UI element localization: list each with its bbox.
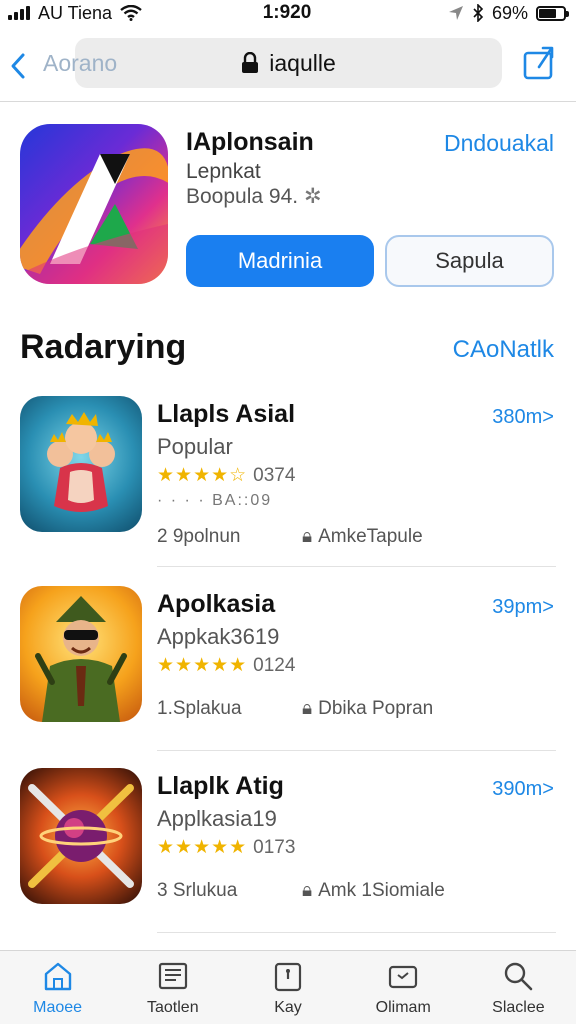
rating-stars: ★★★★☆ [157,465,248,486]
tab-label: Kay [274,998,302,1016]
lock-icon: 🔒︎ [302,698,313,719]
get-button[interactable]: 39pm> [492,596,554,619]
signal-icon [8,6,30,20]
tab-bar: Maoee Taotlen Kay Olimam Slaclee [0,950,576,1024]
share-icon[interactable] [522,45,556,81]
app-size: 1.Splakua [157,698,242,719]
app-rating: ★★★★★ 0124 [157,654,295,677]
rating-count: 0173 [253,836,296,858]
location-arrow-icon [448,6,463,20]
app-size: 3 Srlukua [157,880,238,901]
get-button[interactable]: 390m> [492,778,554,801]
battery-level [539,8,556,18]
chevron-left-icon [11,53,25,78]
divider [157,750,556,751]
see-all-link[interactable]: CAoNatlk [453,336,554,364]
apps-icon [389,965,418,988]
rating-stars: ★★★★★ [157,837,248,858]
planet-swords-icon [20,768,142,904]
app-category: Appkak3619 [157,624,280,649]
wifi-icon [120,5,142,21]
lock-icon [242,52,259,73]
back-label[interactable]: Aorano [43,50,117,77]
list-item[interactable]: Llapls Asial Popular ★★★★☆ 0374 · · · · … [0,392,576,568]
tab-games[interactable]: Kay [230,951,345,1024]
heroes-game-icon [20,396,142,532]
app-developer-name: Amk 1Siomiale [318,880,445,901]
logo-icon [20,148,168,284]
status-time: 1:920 [262,2,312,23]
tab-home[interactable]: Maoee [0,951,115,1024]
featured-app-meta-text: Boopula 94. [186,185,299,208]
tab-label: Maoee [33,998,83,1016]
app-category: Applkasia19 [157,806,277,831]
app-developer-name: AmkeTapule [318,526,423,547]
nav-bar: Aorano iaqulle [0,30,576,102]
app-category: Popular [157,434,233,459]
battery-icon [536,5,569,21]
featured-app-meta: Boopula 94. ✲ [186,184,322,209]
search-icon [505,962,533,990]
tab-today[interactable]: Taotlen [115,951,230,1024]
divider [157,566,556,567]
app-developer-name: Dbika Popran [318,698,434,719]
address-bar[interactable]: Aorano iaqulle [43,38,502,88]
list-item[interactable]: Llaplk Atig Applkasia19 ★★★★★ 0173 3 Srl… [0,764,576,940]
primary-action-button[interactable]: Madrinia [186,235,374,287]
games-icon [274,962,302,991]
download-link[interactable]: Dndouakal [444,130,554,157]
app-extra-info: · · · · BA::09 [157,492,273,509]
gear-icon: ✲ [303,185,322,208]
app-rating: ★★★★★ 0173 [157,836,295,859]
get-button[interactable]: 380m> [492,406,554,429]
status-bar: AU Tiena 1:920 69% [0,0,576,26]
rating-count: 0124 [253,654,296,676]
app-name: Apolkasia [157,590,276,618]
news-icon [158,962,187,989]
list-item[interactable]: Apolkasia Appkak3619 ★★★★★ 0124 1.Splaku… [0,582,576,758]
tab-label: Slaclee [492,998,545,1016]
featured-app-title: IAplonsain [186,128,314,156]
app-name: Llaplk Atig [157,772,284,800]
battery-percent: 69% [491,2,528,23]
divider [157,932,556,933]
app-name: Llapls Asial [157,400,296,428]
url-text: iaqulle [269,49,336,76]
featured-app-icon[interactable] [20,124,168,284]
app-rating: ★★★★☆ 0374 [157,464,295,487]
tab-apps[interactable]: Olimam [346,951,461,1024]
home-icon [44,962,71,990]
carrier-label: AU Tiena [38,2,113,23]
app-developer: 🔒︎ AmkeTapule [302,526,423,548]
section-title: Radarying [20,328,187,366]
tab-label: Olimam [375,998,431,1016]
app-size: 2 9polnun [157,526,241,547]
tab-label: Taotlen [147,998,199,1016]
app-developer: 🔒︎ Amk 1Siomiale [302,880,445,902]
rating-stars: ★★★★★ [157,655,248,676]
lock-icon: 🔒︎ [302,880,313,901]
app-developer: 🔒︎ Dbika Popran [302,698,433,720]
lock-icon: 🔒︎ [302,526,313,547]
bluetooth-icon [473,4,484,22]
rating-count: 0374 [253,464,296,486]
featured-app-header: IAplonsain Lepnkat Boopula 94. ✲ Dndouak… [0,104,576,304]
featured-app-subtitle: Lepnkat [186,160,261,183]
secondary-action-button[interactable]: Sapula [385,235,554,287]
tab-search[interactable]: Slaclee [461,951,576,1024]
adventurer-game-icon [20,586,142,722]
